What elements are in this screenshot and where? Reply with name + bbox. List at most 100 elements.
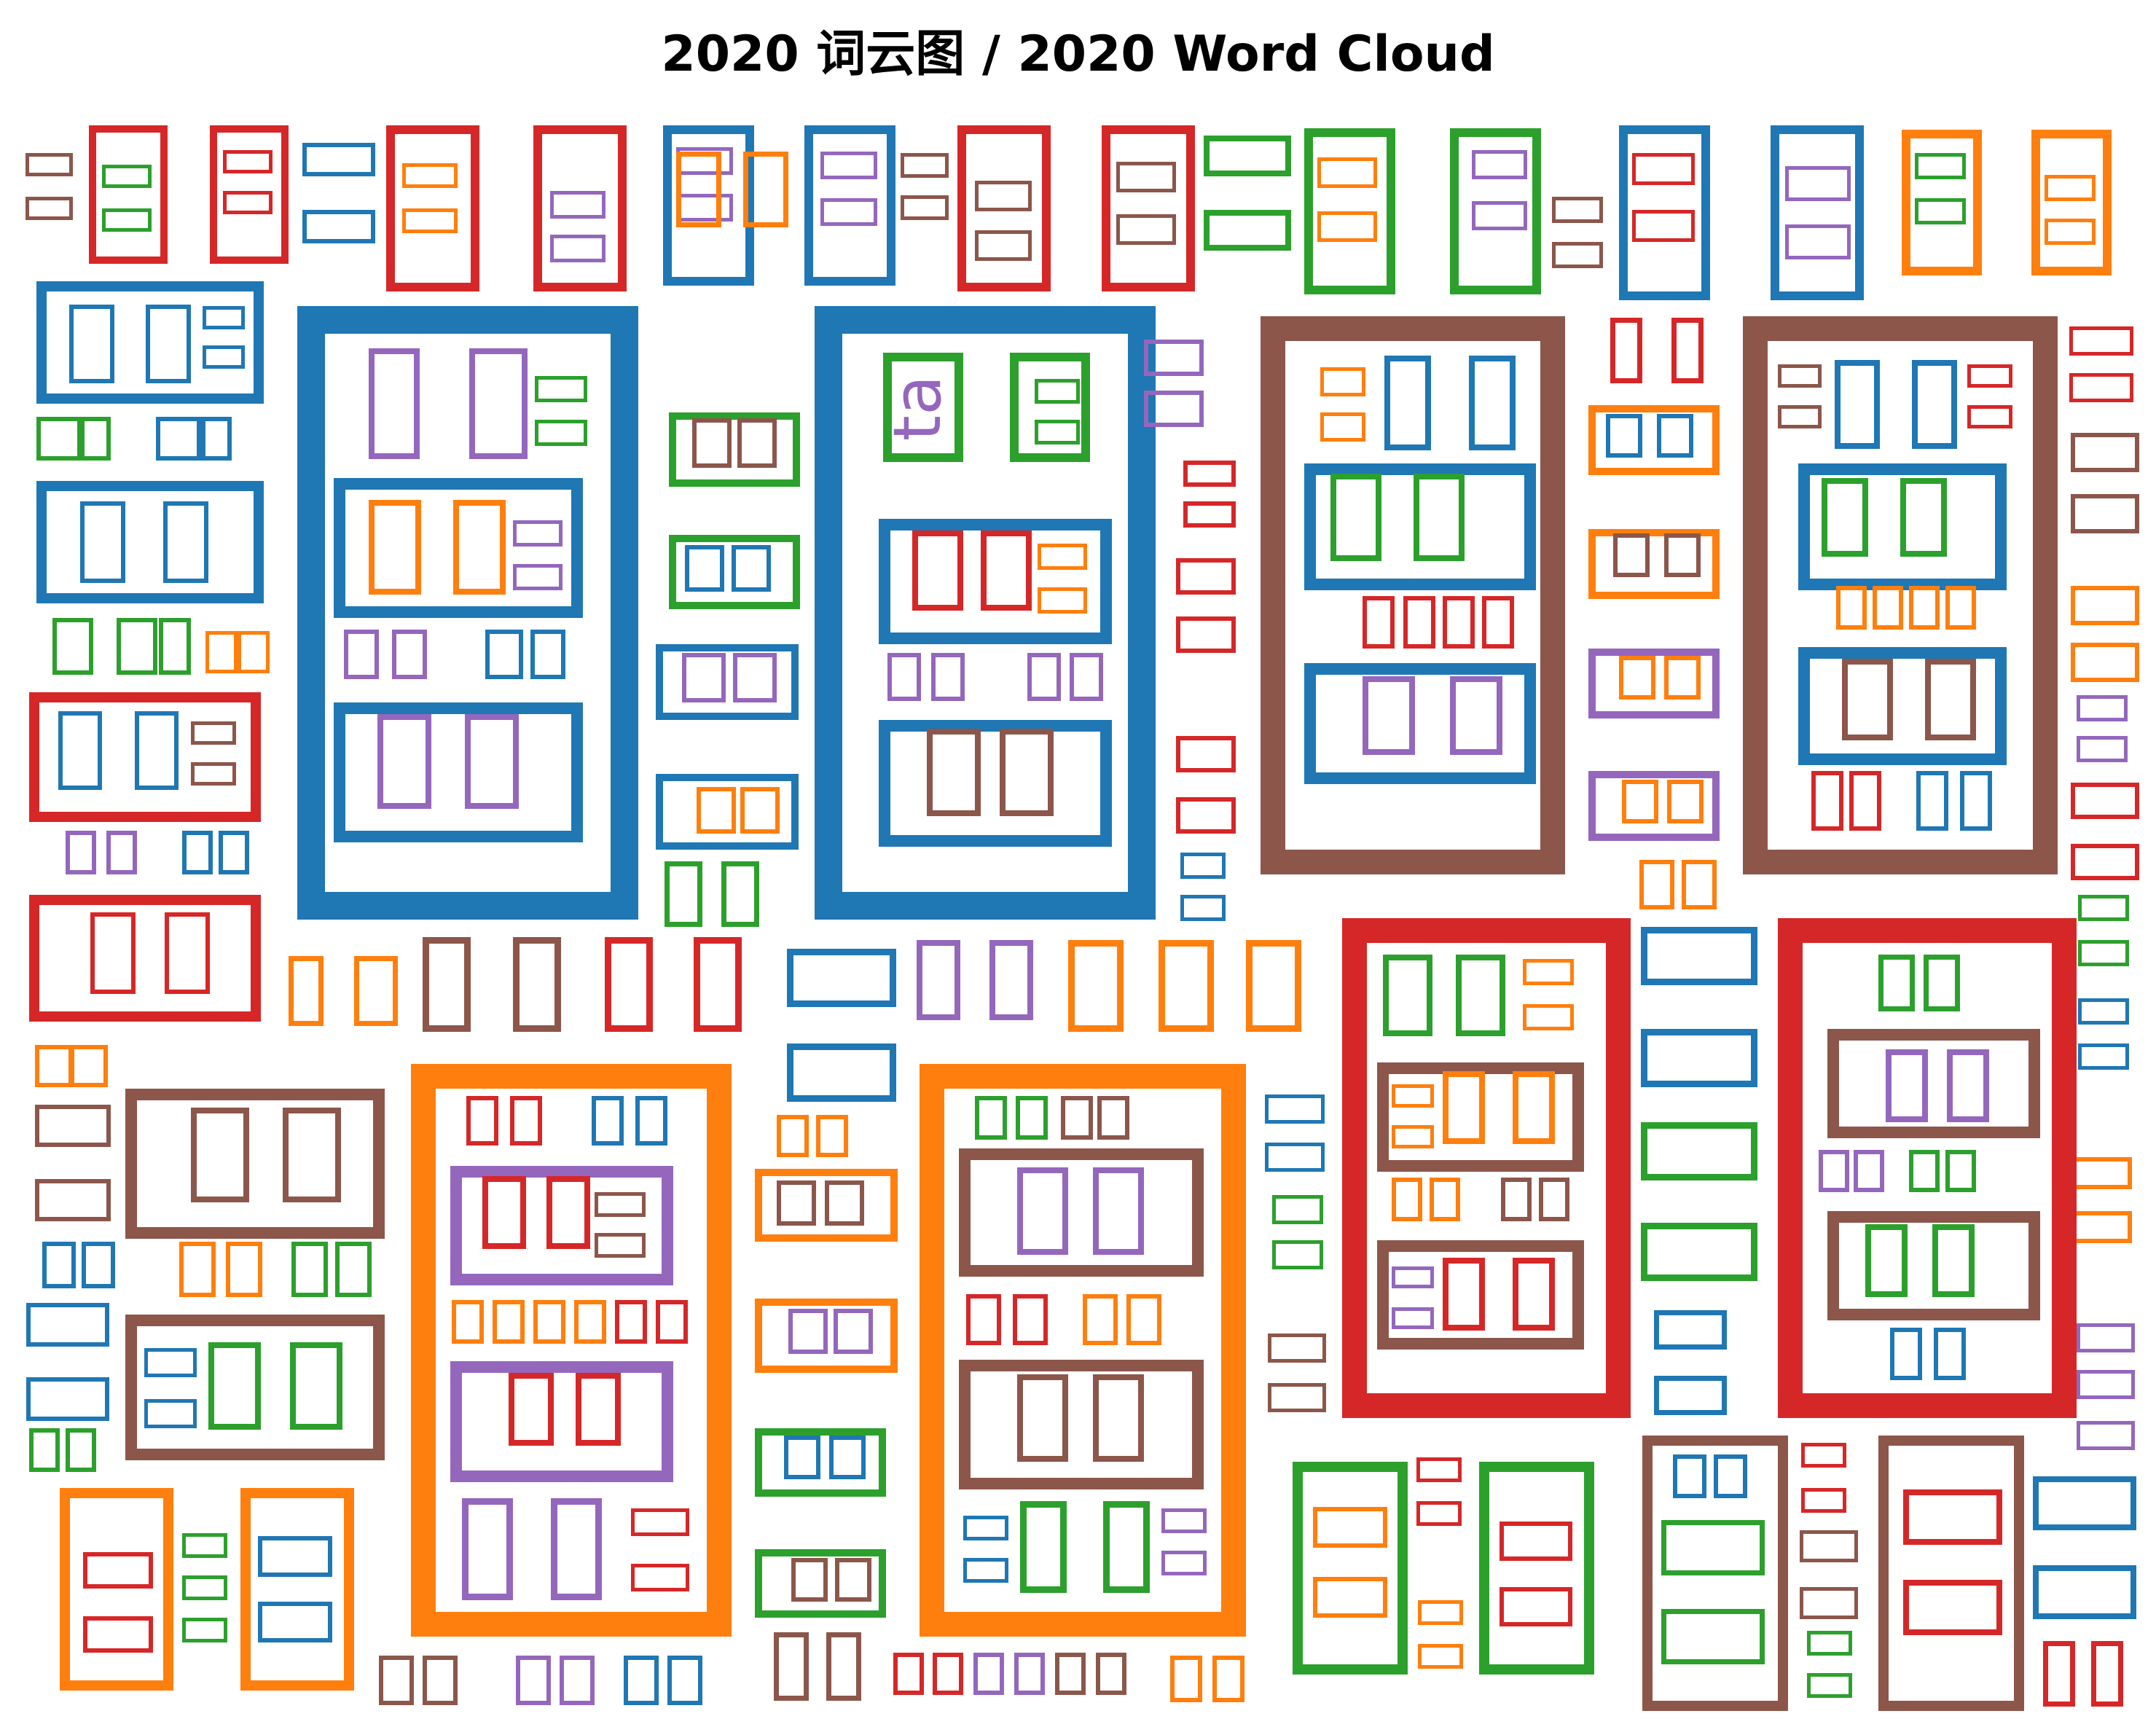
word-glyph-box (513, 937, 561, 1032)
word-glyph-box (1865, 1224, 1908, 1297)
word-glyph-box (1967, 364, 2012, 388)
word-glyph-box (334, 702, 583, 842)
word-glyph-box (1819, 1150, 1849, 1192)
word-glyph-box (535, 376, 587, 402)
word-glyph-box (669, 412, 800, 487)
word-glyph-box (1392, 1307, 1434, 1329)
word-glyph-box (1500, 1522, 1572, 1561)
word-glyph-box (1924, 955, 1960, 1011)
word-glyph-box (1915, 198, 1966, 224)
word-glyph-box (2078, 998, 2129, 1025)
word-glyph-box (560, 1656, 595, 1705)
word-glyph-box (1038, 587, 1087, 614)
word-glyph-box (2069, 373, 2133, 402)
word-glyph-box (1272, 1240, 1323, 1269)
word-glyph-box (1654, 1376, 1727, 1415)
word-glyph-box (615, 1300, 647, 1344)
word-glyph-box (1403, 596, 1435, 649)
word-glyph-box (26, 1303, 109, 1347)
word-glyph-box (1785, 166, 1851, 201)
word-glyph-box (1886, 1049, 1928, 1122)
word-glyph-box (1641, 1223, 1757, 1281)
word-glyph-box (1161, 1551, 1207, 1575)
word-glyph-box (1068, 940, 1124, 1032)
word-glyph-box (291, 1242, 328, 1297)
word-glyph-box (1800, 1530, 1858, 1562)
word-glyph-box (52, 618, 93, 675)
word-glyph-box (1513, 1071, 1555, 1144)
word-glyph-box (80, 417, 111, 461)
word-glyph-box (1320, 412, 1365, 442)
word-glyph-box (1903, 1580, 2002, 1635)
word-glyph-box (344, 630, 379, 679)
word-glyph-box (208, 1342, 261, 1430)
word-glyph-box (1061, 1096, 1093, 1140)
word-glyph-box (1126, 1294, 1161, 1345)
word-glyph-box (29, 1428, 60, 1472)
word-glyph-box (1443, 1071, 1485, 1144)
word-glyph-box (1097, 1096, 1129, 1140)
word-glyph-box (1619, 656, 1655, 700)
word-glyph-box (816, 1115, 848, 1157)
word-glyph-box (258, 1602, 332, 1642)
word-glyph-box (144, 1348, 197, 1377)
word-glyph-box (29, 895, 261, 1022)
word-glyph-box (791, 1558, 828, 1602)
word-glyph-box (1632, 210, 1695, 242)
word-glyph-box (1945, 586, 1976, 630)
word-glyph-box (917, 940, 960, 1020)
word-glyph-box (1204, 136, 1291, 176)
word-glyph-box (1801, 1488, 1846, 1513)
word-glyph-box (1873, 586, 1903, 630)
word-glyph-box (290, 1342, 342, 1430)
word-glyph-box (1176, 736, 1236, 772)
word-glyph-box (70, 1045, 108, 1087)
word-glyph-box (2077, 695, 2128, 721)
word-glyph-box (697, 787, 736, 834)
word-glyph-box (83, 1552, 153, 1589)
word-glyph-box (205, 631, 238, 673)
word-glyph-box (682, 653, 726, 702)
word-glyph-box (1176, 558, 1236, 595)
word-glyph-box (1414, 474, 1465, 561)
word-glyph-box (1472, 201, 1527, 230)
word-glyph-box (635, 1096, 667, 1146)
word-glyph-box (784, 1436, 820, 1479)
word-glyph-box (1418, 1600, 1463, 1625)
word-glyph-box (1807, 1631, 1852, 1656)
word-glyph-box (1945, 1150, 1976, 1192)
word-glyph-box (1180, 853, 1226, 879)
word-glyph-box (1035, 379, 1080, 404)
word-glyph-box (1539, 1178, 1569, 1221)
word-glyph-box (595, 1233, 646, 1258)
word-glyph-box (574, 1300, 606, 1344)
word-glyph-box (182, 1575, 227, 1600)
word-glyph-box (102, 165, 152, 188)
word-glyph-box (835, 1558, 871, 1602)
word-glyph-box (1161, 1508, 1207, 1533)
word-glyph-box (106, 831, 137, 874)
word-glyph-box (1416, 1501, 1462, 1526)
word-glyph-box (656, 1300, 688, 1344)
word-glyph-box (535, 420, 587, 446)
word-glyph-box (1320, 367, 1365, 396)
word-glyph-box (1000, 729, 1054, 816)
word-glyph-box (1673, 1454, 1706, 1498)
word-glyph-box (392, 630, 427, 679)
word-glyph-box (1176, 616, 1236, 653)
word-glyph-box (2045, 219, 2096, 245)
word-glyph-box (66, 831, 96, 874)
word-glyph-box (1183, 501, 1236, 528)
word-glyph-box (1479, 1462, 1594, 1675)
word-glyph-box (482, 1176, 526, 1249)
word-glyph-box (159, 618, 191, 675)
word-label: ta (879, 375, 956, 441)
word-glyph-box (887, 653, 921, 701)
word-glyph-box (1304, 463, 1536, 590)
word-glyph-box (973, 1653, 1004, 1695)
word-glyph-box (283, 1108, 341, 1202)
word-glyph-box (26, 1377, 109, 1421)
word-glyph-box (1176, 797, 1236, 834)
word-glyph-box (1849, 771, 1881, 831)
word-glyph-box (963, 1516, 1008, 1540)
